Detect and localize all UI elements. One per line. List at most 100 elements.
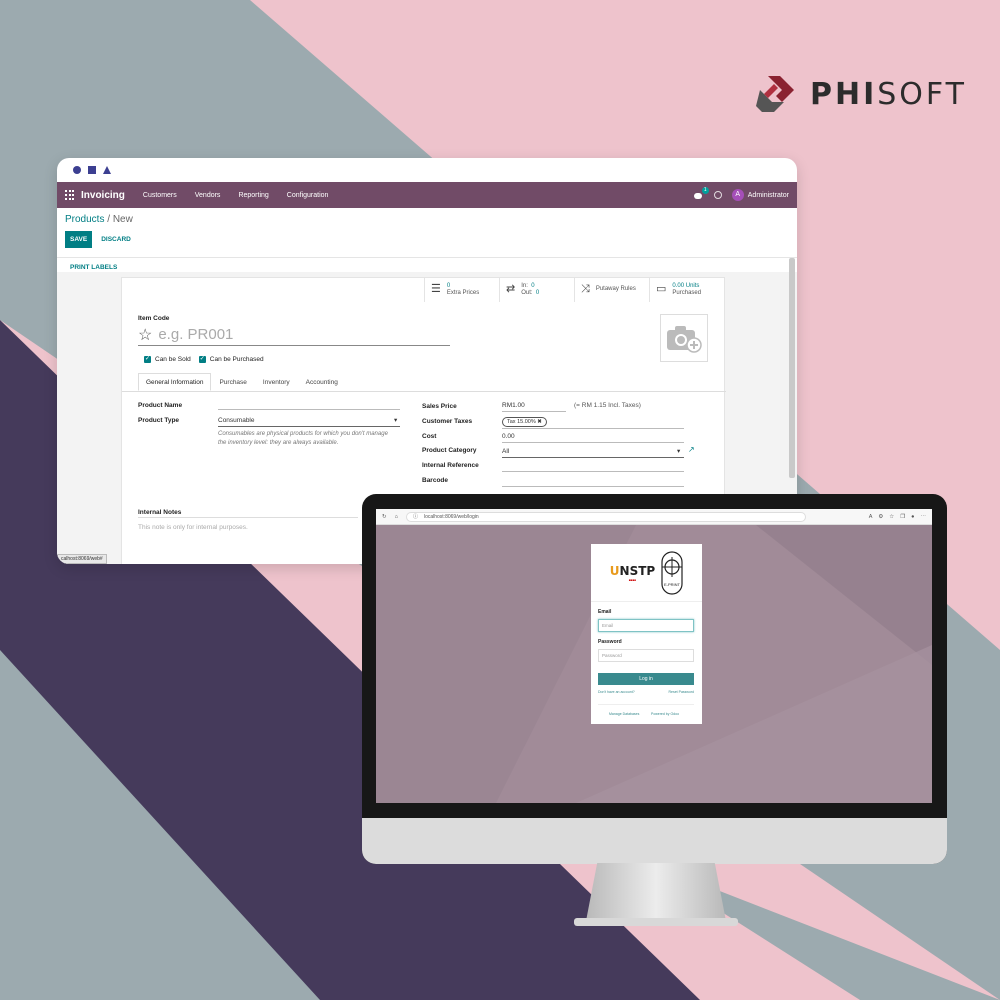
customer-taxes-label: Customer Taxes (422, 418, 473, 425)
eprint-logo: E-PRINT (661, 550, 683, 595)
product-type-underline (218, 426, 400, 427)
sales-price-input[interactable]: RM1.00 (502, 402, 525, 409)
internal-notes-input[interactable]: This note is only for internal purposes. (138, 524, 248, 531)
login-card: U NSTP ■■■■ E-PRINT Email Email Password … (591, 544, 702, 724)
tax-tag[interactable]: Tax 15.00% ✖ (502, 417, 547, 427)
sale-purchase-checkboxes: ✓ Can be Sold ✓ Can be Purchased (144, 356, 264, 363)
check-icon: ✓ (198, 356, 206, 363)
product-image-upload[interactable] (660, 314, 708, 362)
product-category-label: Product Category (422, 447, 477, 454)
can-be-purchased-checkbox[interactable]: ✓ Can be Purchased (198, 356, 264, 363)
nstp-logo-sub: ■■■■ (628, 577, 637, 582)
sales-price-underline (502, 411, 566, 412)
product-name-input[interactable] (218, 409, 400, 410)
product-name-label: Product Name (138, 402, 183, 409)
nstp-logo: U NSTP ■■■■ (610, 564, 655, 582)
product-type-help: Consumables are physical products for wh… (218, 431, 388, 447)
menu-vendors[interactable]: Vendors (195, 192, 221, 199)
home-icon[interactable]: ⌂ (395, 514, 398, 520)
product-type-select[interactable]: Consumable (218, 417, 255, 424)
app-title[interactable]: Invoicing (81, 190, 125, 201)
putaway-rules-button[interactable]: ⤨ Putaway Rules (574, 278, 649, 302)
barcode-label: Barcode (422, 477, 449, 484)
password-label: Password (598, 639, 622, 645)
barcode-input[interactable] (502, 486, 684, 487)
triangle-icon (103, 166, 111, 174)
chat-icon[interactable]: 1 (693, 187, 709, 199)
collections-icon[interactable]: ❐ (900, 514, 905, 520)
email-field[interactable]: Email (598, 619, 694, 632)
clock-icon[interactable] (713, 191, 722, 199)
internal-reference-input[interactable] (502, 471, 684, 472)
systray: 1 A Administrator (693, 187, 789, 201)
cost-input[interactable]: 0.00 (502, 433, 515, 440)
cost-underline (502, 442, 684, 443)
reload-icon[interactable]: ↻ (382, 514, 387, 520)
putaway-label: Putaway Rules (595, 286, 636, 293)
login-button[interactable]: Log in (598, 673, 694, 685)
favorite-icon[interactable]: ☆ (889, 514, 894, 520)
external-link-icon[interactable]: ↗ (688, 445, 695, 454)
menu-customers[interactable]: Customers (143, 192, 177, 199)
smart-buttons: ☰ 0 Extra Prices ⇄ In: 0 Out: 0 ⤨ Putaway … (424, 278, 724, 302)
user-menu[interactable]: A Administrator (731, 189, 789, 201)
password-field[interactable]: Password (598, 649, 694, 662)
nstp-logo-u: U (609, 563, 620, 578)
save-button[interactable]: SAVE (65, 231, 93, 248)
browser-toolbar: ↻ ⌂ ⓘ localhost:8069/web/login A ⚙ ☆ ❐ ●… (376, 509, 932, 525)
product-name-field[interactable]: ☆ e.g. PR001 (138, 324, 450, 346)
manage-databases-link[interactable]: Manage Databases (609, 712, 639, 716)
settings-icon[interactable]: ⚙ (878, 514, 883, 520)
discard-button[interactable]: DISCARD (98, 231, 134, 248)
profile-icon[interactable]: ● (911, 514, 914, 520)
item-code-label: Item Code (138, 315, 170, 322)
monitor-chin (362, 818, 947, 864)
can-be-sold-checkbox[interactable]: ✓ Can be Sold (144, 356, 191, 363)
product-category-select[interactable]: All (502, 448, 509, 455)
user-name: Administrator (747, 191, 789, 199)
reset-password-link[interactable]: Reset Password (669, 690, 694, 694)
read-aloud-icon[interactable]: A (869, 514, 873, 520)
star-icon[interactable]: ☆ (138, 325, 152, 345)
dropdown-caret-icon[interactable]: ▾ (394, 416, 397, 424)
scrollbar[interactable] (789, 258, 795, 478)
extra-prices-button[interactable]: ☰ 0 Extra Prices (424, 278, 499, 302)
check-icon: ✓ (144, 356, 151, 363)
tab-inventory[interactable]: Inventory (255, 373, 298, 391)
dropdown-caret-icon[interactable]: ▾ (677, 447, 680, 455)
signup-link[interactable]: Don't have an account? (598, 690, 635, 694)
menu-configuration[interactable]: Configuration (287, 192, 329, 199)
breadcrumb-products[interactable]: Products (65, 214, 104, 225)
in-out-button[interactable]: ⇄ In: 0 Out: 0 (499, 278, 574, 302)
customer-taxes-underline (502, 428, 684, 429)
address-bar[interactable]: ⓘ localhost:8069/web/login (405, 511, 806, 522)
brand-phi: PHI (810, 76, 878, 112)
in-label: In: (521, 282, 528, 289)
purchased-label: Purchased (672, 290, 702, 296)
out-label: Out: (521, 290, 533, 296)
apps-grid-icon[interactable] (65, 190, 75, 200)
menu-reporting[interactable]: Reporting (238, 192, 268, 199)
form-buttons: SAVE DISCARD (65, 231, 789, 248)
incl-taxes-text: (= RM 1.15 Incl. Taxes) (574, 402, 641, 409)
tab-general-information[interactable]: General Information (138, 373, 212, 391)
cost-label: Cost (422, 433, 437, 440)
breadcrumb-current: New (112, 214, 133, 225)
more-icon[interactable]: ⋯ (921, 514, 927, 520)
tab-accounting[interactable]: Accounting (298, 373, 346, 391)
phisoft-logo: PHISOFT (754, 72, 967, 116)
print-labels-button[interactable]: PRINT LABELS (70, 264, 117, 271)
browser-actions: A ⚙ ☆ ❐ ● ⋯ (869, 514, 926, 520)
internal-notes-divider (138, 517, 358, 518)
purchased-button[interactable]: ▭ 0.00 Units Purchased (649, 278, 724, 302)
tab-purchase[interactable]: Purchase (211, 373, 254, 391)
url-text: localhost:8069/web/login (423, 513, 479, 520)
product-name-placeholder: e.g. PR001 (158, 326, 234, 343)
random-icon: ⤨ (581, 283, 590, 296)
powered-by-link[interactable]: Powered by Odoo (651, 712, 679, 716)
login-divider (598, 704, 694, 705)
can-be-purchased-label: Can be Purchased (209, 356, 264, 363)
units-value: 0.00 Units (672, 282, 700, 289)
brand-soft: SOFT (877, 76, 967, 112)
tab-divider (122, 391, 726, 392)
